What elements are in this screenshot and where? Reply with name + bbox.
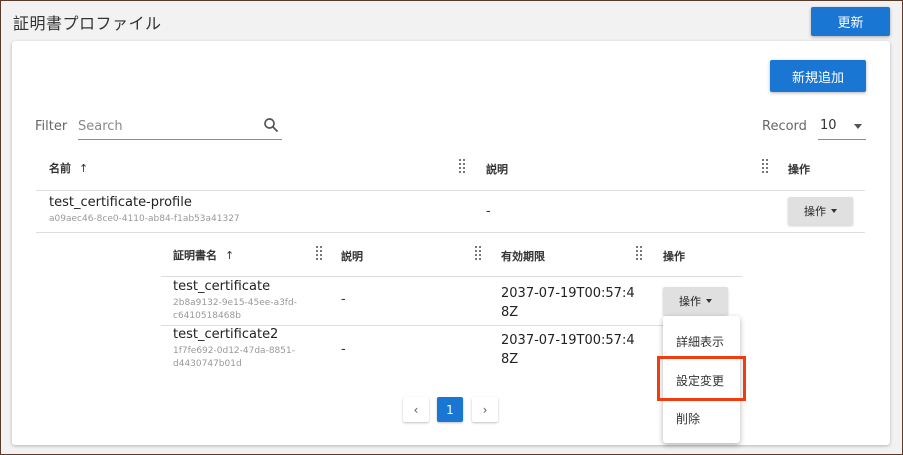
record-select-value: 10 bbox=[820, 118, 837, 133]
column-resize-handle[interactable] bbox=[316, 246, 322, 262]
column-header-certificate-name[interactable]: 証明書名 ↑ bbox=[173, 247, 234, 263]
expiry-line: 8Z bbox=[501, 352, 519, 367]
pagination-prev-button[interactable]: ‹ bbox=[403, 397, 429, 422]
expiry-line: 8Z bbox=[501, 305, 519, 320]
highlight-box bbox=[657, 356, 746, 401]
column-header-label: 証明書名 bbox=[173, 249, 217, 262]
certificate-id: 1f7fe692-0d12-47da-8851- d4430747b01d bbox=[173, 345, 295, 371]
sort-asc-icon[interactable]: ↑ bbox=[225, 249, 234, 262]
pagination-next-button[interactable]: › bbox=[472, 397, 498, 422]
menu-item-view-details[interactable]: 詳細表示 bbox=[676, 333, 724, 350]
record-select[interactable]: 10 bbox=[818, 111, 866, 140]
page-title: 証明書プロファイル bbox=[13, 14, 162, 33]
expiry-line: 2037-07-19T00:57:4 bbox=[501, 333, 635, 348]
column-header-description: 説明 bbox=[341, 250, 363, 263]
column-header-description: 説明 bbox=[486, 163, 508, 176]
column-header-actions: 操作 bbox=[788, 163, 810, 176]
add-new-button[interactable]: 新規追加 bbox=[770, 60, 866, 92]
column-header-name[interactable]: 名前 ↑ bbox=[49, 160, 88, 176]
certificate-description: - bbox=[341, 292, 346, 307]
search-icon[interactable] bbox=[262, 116, 280, 134]
search-field bbox=[78, 111, 282, 140]
certificate-expiry: 2037-07-19T00:57:4 8Z bbox=[501, 284, 635, 322]
table-divider bbox=[36, 190, 865, 191]
profile-id: a09aec46-8ce0-4110-ab84-f1ab53a41327 bbox=[49, 214, 240, 224]
certificate-id: 2b8a9132-9e15-45ee-a3fd- c6410518468b bbox=[173, 297, 297, 323]
chevron-down-icon bbox=[854, 124, 862, 129]
column-resize-handle[interactable] bbox=[459, 159, 465, 175]
chevron-down-icon bbox=[831, 209, 837, 213]
profile-name: test_certificate-profile bbox=[49, 195, 192, 210]
certificate-name: test_certificate bbox=[173, 279, 271, 294]
record-label: Record bbox=[762, 119, 807, 134]
column-resize-handle[interactable] bbox=[475, 246, 481, 262]
refresh-button[interactable]: 更新 bbox=[811, 7, 890, 36]
certificate-id-line: 1f7fe692-0d12-47da-8851- bbox=[173, 346, 295, 356]
column-header-actions: 操作 bbox=[663, 250, 685, 263]
sort-asc-icon[interactable]: ↑ bbox=[79, 162, 88, 175]
action-button-label: 操作 bbox=[804, 205, 826, 218]
certificate-id-line: c6410518468b bbox=[173, 311, 241, 321]
certificate-name: test_certificate2 bbox=[173, 327, 279, 342]
table-divider bbox=[161, 325, 663, 326]
column-header-label: 名前 bbox=[49, 162, 71, 175]
profile-description: - bbox=[486, 204, 491, 219]
filter-label: Filter bbox=[35, 119, 68, 134]
column-resize-handle[interactable] bbox=[636, 246, 642, 262]
action-button-label: 操作 bbox=[679, 295, 701, 308]
certificate-id-line: 2b8a9132-9e15-45ee-a3fd- bbox=[173, 298, 297, 308]
column-resize-handle[interactable] bbox=[762, 159, 768, 175]
certificate-expiry: 2037-07-19T00:57:4 8Z bbox=[501, 331, 635, 369]
certificate-description: - bbox=[341, 342, 346, 357]
certificate-id-line: d4430747b01d bbox=[173, 359, 242, 369]
certificate-action-button[interactable]: 操作 bbox=[663, 287, 728, 315]
content-card: 新規追加 Filter Record 10 名前 ↑ 説明 操作 test_cer… bbox=[12, 41, 890, 445]
column-header-expiry: 有効期限 bbox=[501, 250, 545, 263]
pagination-page-button[interactable]: 1 bbox=[437, 397, 463, 422]
chevron-down-icon bbox=[706, 299, 712, 303]
table-divider bbox=[161, 276, 742, 277]
profile-action-button[interactable]: 操作 bbox=[788, 197, 853, 225]
table-divider bbox=[36, 232, 865, 233]
expiry-line: 2037-07-19T00:57:4 bbox=[501, 286, 635, 301]
search-input[interactable] bbox=[78, 115, 258, 137]
menu-item-delete[interactable]: 削除 bbox=[676, 410, 700, 427]
